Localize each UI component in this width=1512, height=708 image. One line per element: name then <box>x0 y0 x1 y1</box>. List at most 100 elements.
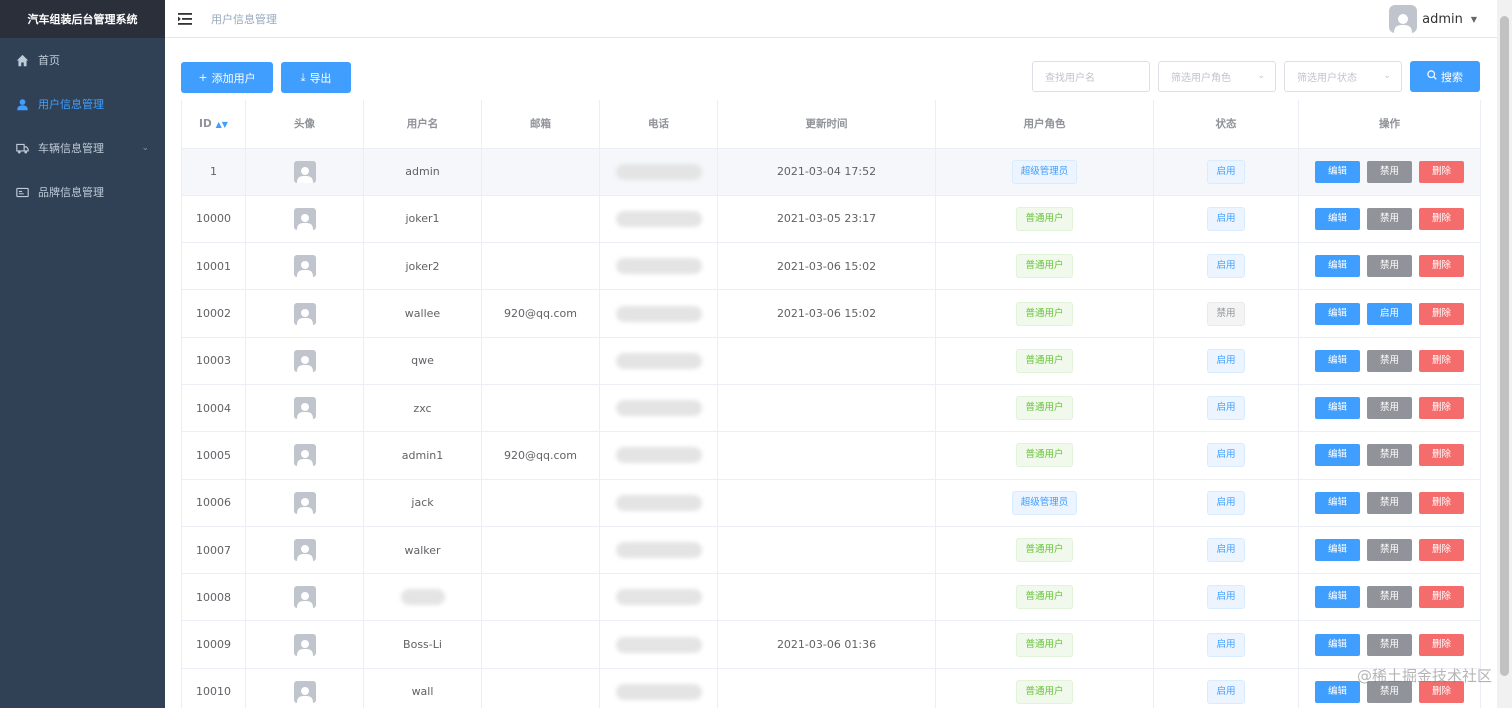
delete-button[interactable]: 删除 <box>1419 302 1464 325</box>
role-tag: 普通用户 <box>1016 254 1073 279</box>
cell-phone <box>599 148 718 196</box>
toggle-status-button[interactable]: 禁用 <box>1367 207 1412 230</box>
toggle-status-button[interactable]: 禁用 <box>1367 491 1412 514</box>
caret-down-icon: ▼ <box>1470 14 1477 24</box>
cell-id: 10003 <box>181 337 246 385</box>
cell-id: 10008 <box>181 573 246 622</box>
cell-role: 普通用户 <box>935 384 1154 433</box>
edit-button[interactable]: 编辑 <box>1315 633 1360 656</box>
toggle-status-button[interactable]: 禁用 <box>1367 539 1412 562</box>
delete-button[interactable]: 删除 <box>1419 633 1464 656</box>
status-badge: 启用 <box>1207 396 1245 421</box>
edit-button[interactable]: 编辑 <box>1315 397 1360 420</box>
edit-button[interactable]: 编辑 <box>1315 207 1360 230</box>
sidebar-item-users[interactable]: 用户信息管理 <box>0 82 165 126</box>
avatar <box>293 255 316 278</box>
redacted-mask <box>615 542 702 559</box>
search-button[interactable]: 搜索 <box>1410 61 1480 92</box>
edit-button[interactable]: 编辑 <box>1315 539 1360 562</box>
edit-button[interactable]: 编辑 <box>1315 680 1360 703</box>
redacted-mask <box>400 589 445 606</box>
avatar <box>1389 5 1418 33</box>
toggle-status-button[interactable]: 禁用 <box>1367 633 1412 656</box>
scrollbar[interactable] <box>1497 0 1512 708</box>
status-badge: 启用 <box>1207 538 1245 563</box>
sidebar-item-brands[interactable]: 品牌信息管理 <box>0 170 165 214</box>
cell-id: 10002 <box>181 289 246 338</box>
user-table: ID ▲▼ 头像 用户名 邮箱 电话 更新时间 用户角色 状态 操作 1 admin… <box>181 100 1481 708</box>
cell-avatar <box>245 431 364 480</box>
delete-button[interactable]: 删除 <box>1419 444 1464 467</box>
status-badge: 启用 <box>1207 679 1245 704</box>
edit-button[interactable]: 编辑 <box>1315 255 1360 278</box>
status-badge: 启用 <box>1207 490 1245 515</box>
role-filter-select[interactable]: 筛选用户角色 ⌄ <box>1158 61 1276 92</box>
collapse-menu-icon[interactable] <box>177 12 193 26</box>
delete-button[interactable]: 删除 <box>1419 397 1464 420</box>
app-title: 汽车组装后台管理系统 <box>0 0 165 38</box>
cell-phone <box>599 620 718 669</box>
delete-button[interactable]: 删除 <box>1419 491 1464 514</box>
delete-button[interactable]: 删除 <box>1419 349 1464 372</box>
toggle-status-button[interactable]: 禁用 <box>1367 255 1412 278</box>
sidebar-item-home[interactable]: 首页 <box>0 38 165 82</box>
search-input[interactable]: 查找用户名 <box>1032 61 1150 92</box>
toggle-status-button[interactable]: 启用 <box>1367 302 1412 325</box>
redacted-mask <box>615 589 702 606</box>
top-bar: 用户信息管理 admin ▼ <box>165 0 1497 38</box>
toggle-status-button[interactable]: 禁用 <box>1367 444 1412 467</box>
role-tag: 普通用户 <box>1016 585 1073 610</box>
role-tag: 普通用户 <box>1016 206 1073 231</box>
delete-button[interactable]: 删除 <box>1419 255 1464 278</box>
column-header-role: 用户角色 <box>935 100 1154 149</box>
column-header-email: 邮箱 <box>481 100 600 149</box>
search-placeholder: 查找用户名 <box>1045 73 1095 84</box>
edit-button[interactable]: 编辑 <box>1315 349 1360 372</box>
add-user-button[interactable]: + 添加用户 <box>181 62 273 93</box>
edit-button[interactable]: 编辑 <box>1315 444 1360 467</box>
edit-button[interactable]: 编辑 <box>1315 491 1360 514</box>
cell-actions: 编辑 禁用 删除 <box>1298 242 1481 291</box>
edit-button[interactable]: 编辑 <box>1315 160 1360 183</box>
cell-phone <box>599 289 718 338</box>
cell-id: 10010 <box>181 668 246 708</box>
toggle-status-button[interactable]: 禁用 <box>1367 397 1412 420</box>
delete-button[interactable]: 删除 <box>1419 207 1464 230</box>
toggle-status-button[interactable]: 禁用 <box>1367 160 1412 183</box>
cell-username: jack <box>363 479 482 527</box>
plus-icon: + <box>198 71 208 84</box>
delete-button[interactable]: 删除 <box>1419 539 1464 562</box>
avatar <box>293 302 316 325</box>
delete-button[interactable]: 删除 <box>1419 586 1464 609</box>
cell-actions: 编辑 启用 删除 <box>1298 289 1481 338</box>
export-button[interactable]: ⤓ 导出 <box>281 62 351 93</box>
sidebar-item-vehicles[interactable]: 车辆信息管理 ⌄ <box>0 126 165 170</box>
status-filter-select[interactable]: 筛选用户状态 ⌄ <box>1284 61 1402 92</box>
cell-status: 启用 <box>1153 384 1299 433</box>
cell-status: 启用 <box>1153 337 1299 385</box>
edit-button[interactable]: 编辑 <box>1315 302 1360 325</box>
redacted-mask <box>615 305 702 322</box>
status-badge: 启用 <box>1207 632 1245 657</box>
sort-icon[interactable]: ▲▼ <box>216 120 228 129</box>
edit-button[interactable]: 编辑 <box>1315 586 1360 609</box>
user-dropdown[interactable]: admin ▼ <box>1389 5 1477 33</box>
column-header-actions: 操作 <box>1298 100 1481 149</box>
cell-avatar <box>245 337 364 385</box>
avatar <box>293 586 316 609</box>
scrollbar-thumb[interactable] <box>1500 16 1509 676</box>
avatar <box>293 349 316 372</box>
cell-username: admin1 <box>363 431 482 480</box>
sidebar-item-label: 品牌信息管理 <box>38 186 104 199</box>
toggle-status-button[interactable]: 禁用 <box>1367 586 1412 609</box>
toggle-status-button[interactable]: 禁用 <box>1367 349 1412 372</box>
avatar <box>293 160 316 183</box>
status-badge: 启用 <box>1207 585 1245 610</box>
table-row: 10010 wall 普通用户 启用 编辑 禁用 删除 <box>181 668 1481 708</box>
cell-actions: 编辑 禁用 删除 <box>1298 573 1481 622</box>
delete-button[interactable]: 删除 <box>1419 160 1464 183</box>
sidebar: 汽车组装后台管理系统 首页 用户信息管理 车辆信息管理 ⌄ 品牌信息管理 <box>0 0 165 708</box>
status-filter-placeholder: 筛选用户状态 <box>1297 73 1357 84</box>
column-header-id[interactable]: ID ▲▼ <box>181 100 246 149</box>
cell-status: 启用 <box>1153 148 1299 196</box>
